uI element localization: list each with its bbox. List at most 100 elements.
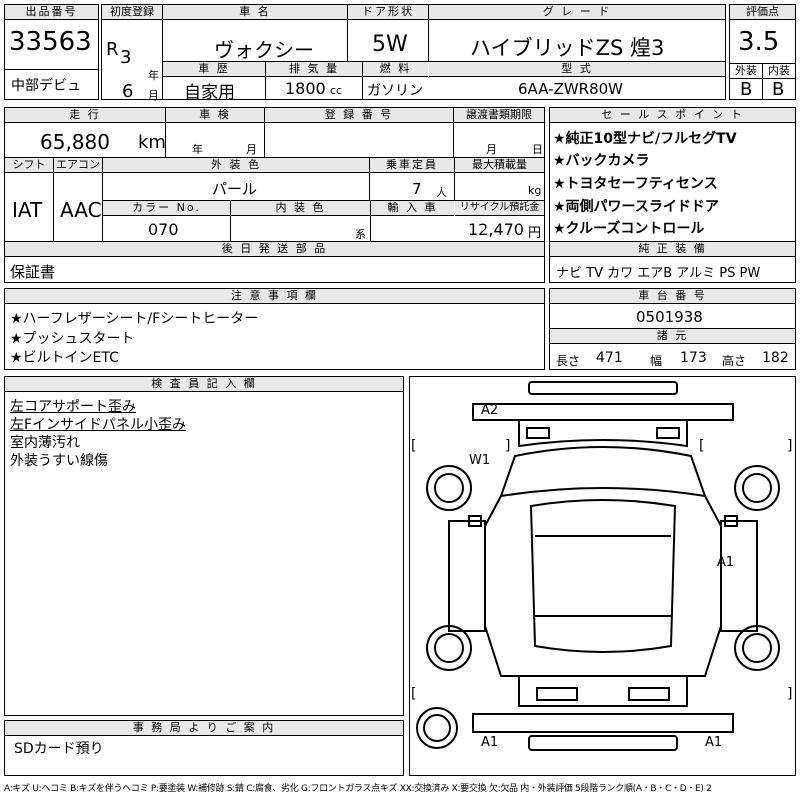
import-label: 輸 入 車 xyxy=(371,201,454,216)
mileage: 65,880 xyxy=(40,130,110,154)
shift: IAT xyxy=(12,198,43,222)
parts: 保証書 xyxy=(10,263,56,281)
ac: AAC xyxy=(60,198,102,222)
damage-mark-w1: W1 xyxy=(469,453,490,468)
damage-mark-a1: A1 xyxy=(717,555,734,570)
cc-unit: cc xyxy=(330,84,343,97)
office-label: 事 務 局 よ り ご 案 内 xyxy=(5,721,403,736)
inspector-line: 左コアサポート歪み xyxy=(10,399,136,415)
inspection-label: 車 検 xyxy=(166,108,264,123)
car-name: ヴォクシー xyxy=(214,38,314,62)
load-label: 最大積載量 xyxy=(455,158,544,173)
disp-label: 排 気 量 xyxy=(266,62,362,77)
model-label: 型 式 xyxy=(429,62,725,77)
color-number: 070 xyxy=(148,220,179,239)
score-box: 評価点 3.5 外装 内装 B B xyxy=(729,4,796,100)
tr-day-unit: 日 xyxy=(532,143,543,156)
fuel: ガソリン xyxy=(367,83,423,99)
history: 自家用 xyxy=(184,83,235,103)
recycle-fee: 12,470 xyxy=(468,220,524,239)
lot-box: 出品番号 33563 中部デビュ xyxy=(4,4,99,100)
equip-label: 純 正 装 備 xyxy=(550,242,795,257)
len-label: 長さ xyxy=(556,354,581,368)
parts-label: 後 日 発 送 部 品 xyxy=(5,242,544,257)
year-unit: 年 xyxy=(148,69,159,82)
kei-unit: 系 xyxy=(355,228,366,241)
color-label: 外 装 色 xyxy=(103,158,369,173)
reg-label: 初度登録 xyxy=(102,5,162,20)
sales-label: セ ー ル ス ポ イ ン ト xyxy=(550,108,795,123)
bracket-mark: [ xyxy=(411,686,416,702)
reg-month: 6 xyxy=(122,81,134,102)
sales-point: ★両側パワースライドドア xyxy=(553,199,719,215)
int-label: 内装 xyxy=(763,64,795,79)
door-label: ドア形状 xyxy=(348,5,428,20)
legend: A:キズ U:ヘコミ B:キズを伴うヘコミ P:要塗装 W:補修跡 S:錆 C:… xyxy=(4,784,712,794)
fuel-label: 燃 料 xyxy=(363,62,428,77)
person-unit: 人 xyxy=(436,186,447,199)
damage-mark-a2: A2 xyxy=(481,403,498,418)
bracket-mark: [ xyxy=(411,438,416,454)
kg-unit: kg xyxy=(528,184,542,197)
month-unit: 月 xyxy=(148,89,159,102)
chassis-number: 0501938 xyxy=(636,308,703,326)
bracket-mark: ] xyxy=(787,438,792,454)
bracket-mark: ] xyxy=(505,438,510,454)
history-label: 車 歴 xyxy=(163,62,265,77)
displacement: 1800 xyxy=(285,79,326,98)
lot-label: 出品番号 xyxy=(5,5,98,20)
ext-color: パール xyxy=(212,180,258,198)
mileage-label: 走 行 xyxy=(5,108,165,123)
equipment: ナビ TV カワ エアB アルミ PS PW xyxy=(556,266,761,281)
car-diagram-drawing: A2 W1 A1 A1 A1 [ ] [ ] [ ] xyxy=(411,381,792,751)
notes-label: 注 意 事 項 欄 xyxy=(5,289,544,304)
sales-point: ★バックカメラ xyxy=(553,153,650,169)
height: 182 xyxy=(762,350,789,366)
sales-point: ★純正10型ナビ/フルセグTV xyxy=(553,131,737,147)
insp-year-unit: 年 xyxy=(192,143,203,156)
dims-label: 諸 元 xyxy=(550,329,795,344)
width: 173 xyxy=(680,350,707,366)
length: 471 xyxy=(596,350,623,366)
capacity-label: 乗車定員 xyxy=(370,158,454,173)
score: 3.5 xyxy=(738,27,780,57)
int-score: B xyxy=(772,79,785,100)
wid-label: 幅 xyxy=(650,354,663,368)
colorno-label: カラー No. xyxy=(103,201,230,216)
inspector-line: 外装うすい線傷 xyxy=(10,453,108,469)
model: 6AA-ZWR80W xyxy=(518,80,624,98)
grade-label: グ レ ー ド xyxy=(429,5,725,20)
note-item: ★プッシュスタート xyxy=(10,331,135,347)
capacity: 7 xyxy=(412,180,422,198)
sales-point: ★クルーズコントロール xyxy=(553,221,705,237)
shift-label: シフト xyxy=(5,158,53,173)
bracket-mark: [ xyxy=(699,438,704,454)
lot-number: 33563 xyxy=(9,27,92,57)
registration-box: 初度登録 R 3 年 6 月 xyxy=(101,4,163,102)
km-unit: km xyxy=(138,132,166,153)
debut-label: 中部デビュ xyxy=(11,78,81,94)
insp-month-unit: 月 xyxy=(246,143,257,156)
inspector-label: 検 査 員 記 入 欄 xyxy=(5,377,403,392)
name-label: 車 名 xyxy=(163,5,347,20)
score-label: 評価点 xyxy=(730,5,795,20)
tr-month-unit: 月 xyxy=(486,143,497,156)
office-text: SDカード預り xyxy=(14,741,104,757)
plate-label: 登 録 番 号 xyxy=(265,108,453,123)
bracket-mark: ] xyxy=(787,686,792,702)
recycle-label: リサイクル預託金 xyxy=(455,201,544,216)
chassis-label: 車 台 番 号 xyxy=(550,289,795,304)
reg-year: 3 xyxy=(120,47,132,68)
note-item: ★ハーフレザーシート/Fシートヒーター xyxy=(10,311,259,327)
era: R xyxy=(106,39,119,60)
sales-point: ★トヨタセーフティセンス xyxy=(553,176,718,192)
damage-mark-a1: A1 xyxy=(481,735,498,750)
damage-mark-a1: A1 xyxy=(705,735,722,750)
inspector-line: 左Fインサイドパネル小歪み xyxy=(10,417,187,433)
ac-label: エアコン xyxy=(54,158,102,173)
door-type: 5W xyxy=(372,32,408,57)
note-item: ★ビルトインETC xyxy=(10,350,119,366)
transfer-label: 譲渡書類期限 xyxy=(454,108,544,123)
yen-unit: 円 xyxy=(528,226,542,241)
hgt-label: 高さ xyxy=(722,354,747,368)
